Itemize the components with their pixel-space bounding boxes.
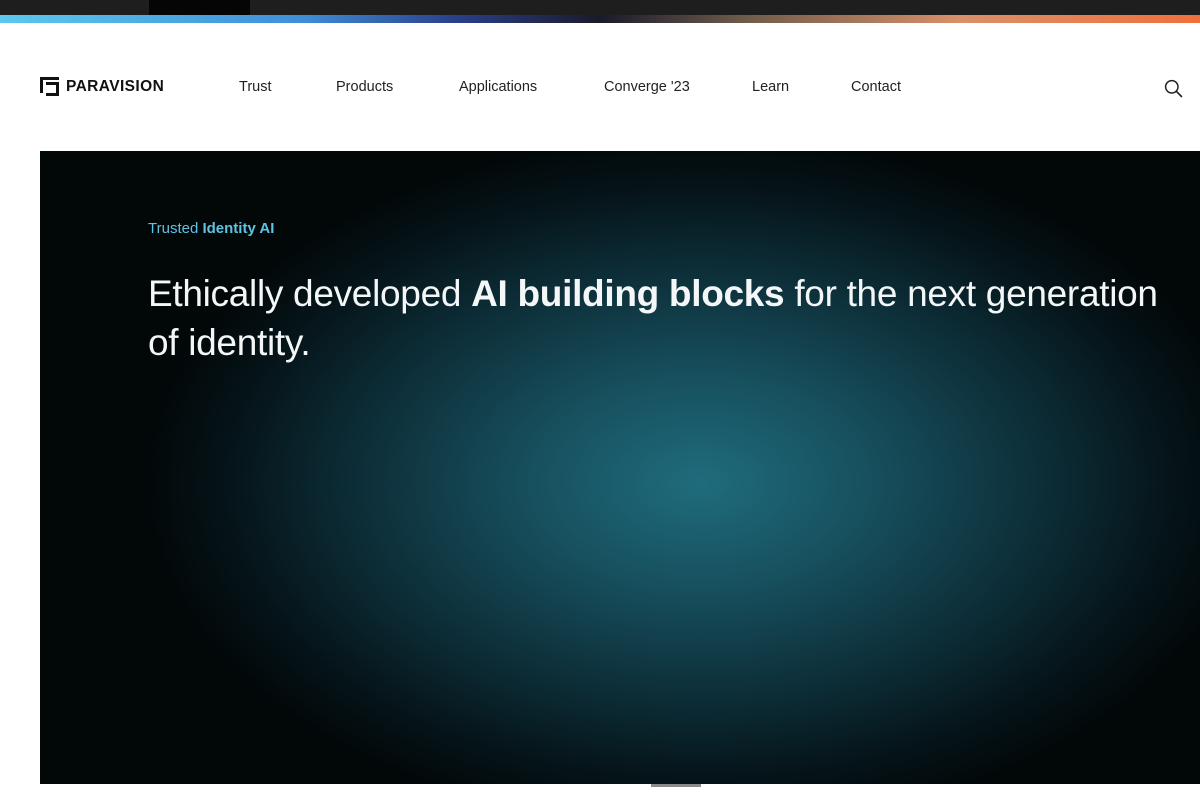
brand-gradient-bar xyxy=(0,15,1200,23)
brand-logo[interactable]: PARAVISION xyxy=(40,77,164,96)
search-icon[interactable] xyxy=(1164,79,1183,98)
heading-text-bold: AI building blocks xyxy=(471,273,785,314)
nav-item-contact[interactable]: Contact xyxy=(851,79,901,95)
eyebrow-bold-text: Identity AI xyxy=(202,220,275,237)
top-dark-block xyxy=(149,0,250,15)
nav-item-learn[interactable]: Learn xyxy=(752,79,789,95)
hero-eyebrow: Trusted Identity AI xyxy=(148,220,274,237)
nav-item-applications[interactable]: Applications xyxy=(459,79,537,95)
eyebrow-light-text: Trusted xyxy=(148,220,199,237)
brand-name: PARAVISION xyxy=(66,77,165,95)
top-gradient-strip xyxy=(0,0,1200,23)
nav-item-trust[interactable]: Trust xyxy=(239,79,272,95)
paravision-logo-icon xyxy=(40,77,59,96)
heading-text-lead: Ethically developed xyxy=(148,273,472,314)
scroll-indicator xyxy=(651,784,701,787)
hero-banner: Trusted Identity AI Ethically developed … xyxy=(40,151,1200,784)
hero-heading: Ethically developed AI building blocks f… xyxy=(148,269,1188,367)
nav-item-products[interactable]: Products xyxy=(336,79,393,95)
site-header: PARAVISION Trust Products Applications C… xyxy=(0,23,1200,151)
nav-item-converge[interactable]: Converge '23 xyxy=(604,79,690,95)
